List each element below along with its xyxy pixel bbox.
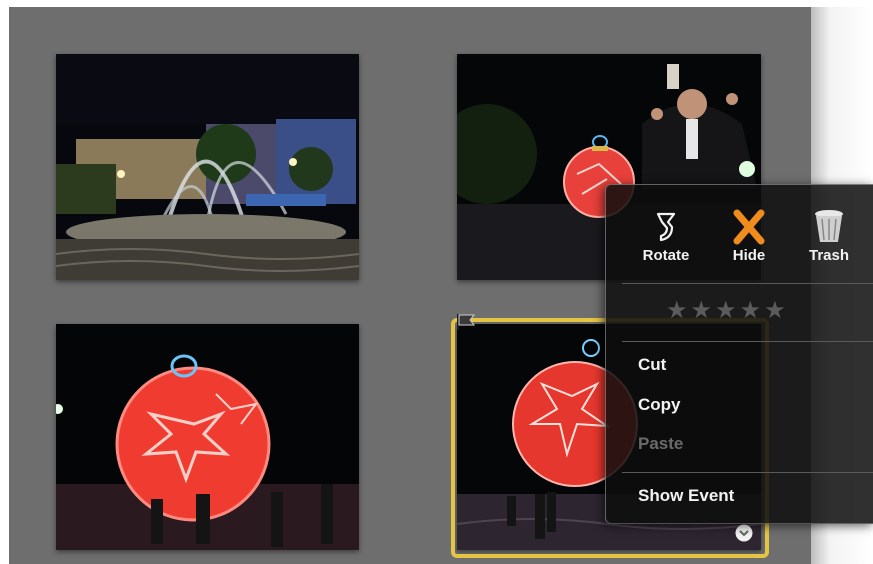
trash-label: Trash <box>808 247 850 264</box>
photo-thumbnail-fountain[interactable] <box>56 54 359 280</box>
menu-item-show-event[interactable]: Show Event <box>638 486 734 506</box>
photo-thumbnail-ornament-blurred[interactable] <box>56 324 359 550</box>
hide-x-icon <box>733 209 765 245</box>
divider <box>622 472 873 473</box>
rotate-button[interactable]: Rotate <box>631 207 701 264</box>
divider <box>622 341 873 342</box>
star-rating[interactable]: ★★★★★ <box>666 296 826 326</box>
divider <box>622 283 873 284</box>
chevron-down-icon[interactable] <box>735 524 753 542</box>
flag-icon[interactable] <box>455 312 477 332</box>
hide-button[interactable]: Hide <box>714 207 784 264</box>
menu-item-paste: Paste <box>638 434 684 453</box>
hide-label: Hide <box>732 247 766 264</box>
trash-button[interactable]: Trash <box>794 207 864 264</box>
rotate-label: Rotate <box>642 247 690 264</box>
photo-context-popup: Rotate Hide Trash ★★★★★ Cut Copy Paste S… <box>605 184 873 524</box>
rotate-icon <box>656 212 676 242</box>
trash-icon <box>815 210 843 242</box>
menu-item-cut[interactable]: Cut <box>638 355 666 375</box>
menu-item-copy[interactable]: Copy <box>638 395 681 415</box>
